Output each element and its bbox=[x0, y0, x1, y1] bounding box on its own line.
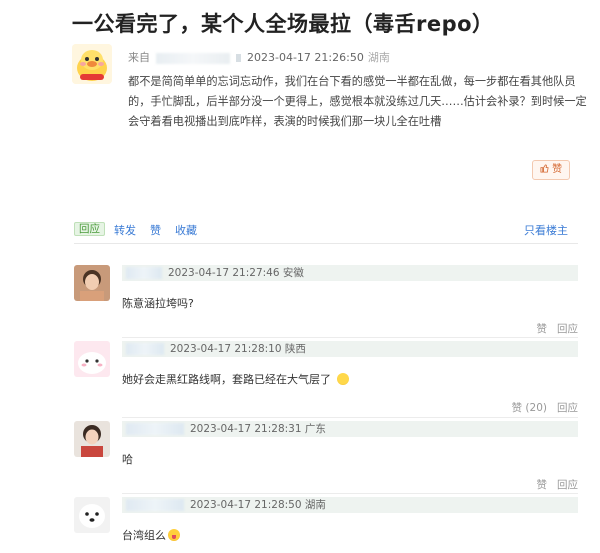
blurred-commenter-name bbox=[126, 499, 184, 511]
comment-text: 哈 bbox=[122, 453, 133, 466]
girl-photo-avatar-icon bbox=[74, 265, 110, 301]
blurred-author-name bbox=[156, 52, 230, 64]
blurred-commenter-name bbox=[126, 423, 184, 435]
laugh-emoji-icon bbox=[336, 373, 349, 385]
comment-like-button[interactable]: 赞 bbox=[537, 479, 548, 491]
pink-cartoon-avatar-icon bbox=[74, 341, 110, 377]
comment-text-content: 台湾组么 bbox=[122, 529, 166, 542]
child-photo-avatar-icon bbox=[74, 421, 110, 457]
commenter-avatar[interactable] bbox=[74, 341, 110, 377]
comment-footer: 赞回应 bbox=[527, 321, 579, 336]
post-title: 一公看完了，某个人全场最拉（毒舌repo） bbox=[72, 12, 494, 36]
post-like-label: 赞 bbox=[552, 164, 563, 175]
comment-text: 陈意涵拉垮吗? bbox=[122, 297, 194, 310]
comment-text: 她好会走黑红路线啊，套路已经在大气层了 bbox=[122, 371, 349, 387]
comment-header: 2023-04-17 21:28:50 湖南 bbox=[122, 497, 578, 513]
blurred-commenter-name bbox=[126, 267, 162, 279]
commenter-avatar[interactable] bbox=[74, 421, 110, 457]
comment-like-button[interactable]: 赞 bbox=[537, 323, 548, 335]
blurred-mark bbox=[236, 54, 241, 62]
comment-footer: 赞回应 bbox=[527, 477, 579, 492]
from-label: 来自 bbox=[128, 51, 150, 64]
comment-location: 陕西 bbox=[284, 343, 306, 355]
comment-header: 2023-04-17 21:28:10 陕西 bbox=[122, 341, 578, 357]
comment-reply-button[interactable]: 回应 bbox=[557, 402, 578, 414]
thumb-up-icon bbox=[540, 164, 549, 173]
blurred-commenter-name bbox=[126, 343, 164, 355]
comment-item: 2023-04-17 21:28:50 湖南 台湾组么 bbox=[74, 497, 578, 553]
comment-text-content: 她好会走黑红路线啊，套路已经在大气层了 bbox=[122, 373, 331, 386]
divider bbox=[74, 243, 578, 244]
post-actions: 回应 转发 赞 收藏 只看楼主 bbox=[74, 221, 568, 239]
comment-divider bbox=[122, 337, 578, 338]
comment-item: 2023-04-17 21:27:46 安徽 陈意涵拉垮吗? 赞回应 bbox=[74, 265, 579, 338]
commenter-avatar[interactable] bbox=[74, 265, 110, 301]
reply-button[interactable]: 回应 bbox=[74, 222, 105, 236]
comment-time: 2023-04-17 21:28:10 bbox=[170, 343, 282, 355]
comment-reply-button[interactable]: 回应 bbox=[557, 479, 578, 491]
forward-button[interactable]: 转发 bbox=[114, 222, 136, 238]
tongue-emoji-icon bbox=[168, 529, 180, 541]
comment-item: 2023-04-17 21:28:10 陕西 她好会走黑红路线啊，套路已经在大气… bbox=[74, 341, 578, 418]
post-location: 湖南 bbox=[367, 51, 390, 64]
comment-time: 2023-04-17 21:28:31 bbox=[190, 423, 302, 435]
post-content: 都不是简简单单的忘词忘动作，我们在台下看的感觉一半都在乱做，每一步都在看其他队员… bbox=[128, 75, 587, 128]
comment-time: 2023-04-17 21:28:50 bbox=[190, 499, 302, 511]
post-time: 2023-04-17 21:26:50 bbox=[247, 51, 364, 64]
comment-reply-button[interactable]: 回应 bbox=[557, 323, 578, 335]
dog-photo-avatar-icon bbox=[74, 497, 110, 533]
comment-divider bbox=[122, 417, 578, 418]
comment-like-button[interactable]: 赞 (20) bbox=[512, 402, 547, 414]
comment-header: 2023-04-17 21:28:31 广东 bbox=[122, 421, 578, 437]
comment-footer: 赞 (20) 回应 bbox=[502, 400, 578, 415]
comment-divider bbox=[122, 493, 578, 494]
comment-header: 2023-04-17 21:27:46 安徽 bbox=[122, 265, 578, 281]
author-avatar[interactable] bbox=[72, 44, 112, 84]
comment-location: 安徽 bbox=[282, 267, 304, 279]
collect-button[interactable]: 收藏 bbox=[175, 222, 197, 238]
comment-item: 2023-04-17 21:28:31 广东 哈 赞回应 bbox=[74, 421, 579, 494]
commenter-avatar[interactable] bbox=[74, 497, 110, 533]
post-meta: 来自 2023-04-17 21:26:50 湖南 bbox=[128, 49, 390, 65]
like-button[interactable]: 赞 bbox=[150, 222, 161, 238]
comment-location: 湖南 bbox=[304, 499, 326, 511]
comment-text: 台湾组么 bbox=[122, 527, 180, 543]
post-like-button[interactable]: 赞 bbox=[532, 160, 570, 180]
only-owner-link[interactable]: 只看楼主 bbox=[524, 222, 568, 238]
comment-location: 广东 bbox=[304, 423, 326, 435]
comment-time: 2023-04-17 21:27:46 bbox=[168, 267, 280, 279]
duck-avatar-icon bbox=[72, 44, 112, 84]
